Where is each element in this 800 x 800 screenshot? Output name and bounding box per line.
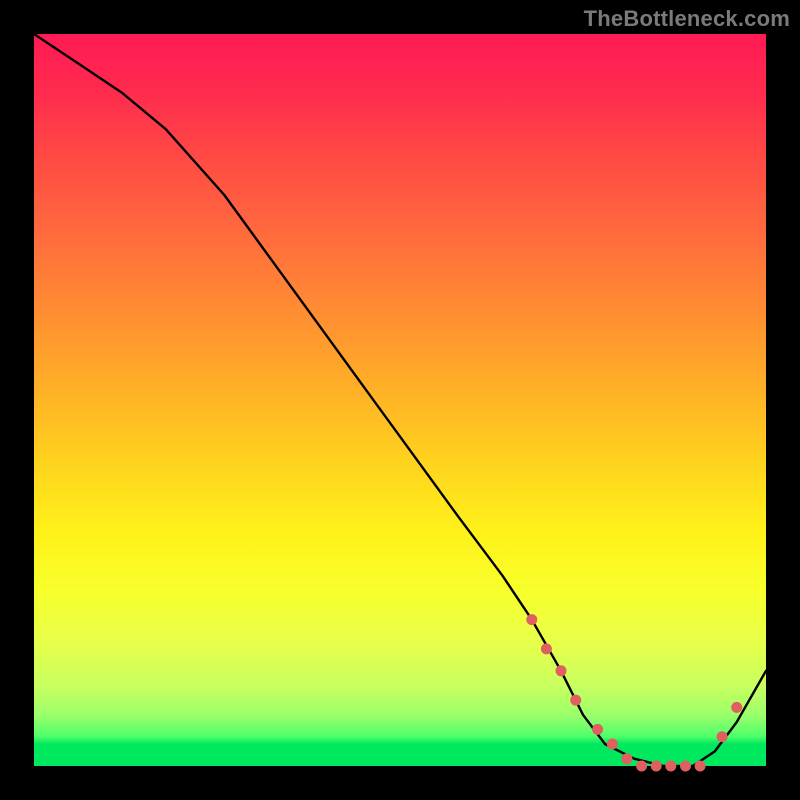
plot-area: [34, 34, 766, 766]
highlight-dot: [651, 761, 662, 772]
highlight-dot: [680, 761, 691, 772]
highlight-dot: [526, 614, 537, 625]
highlight-dot: [556, 665, 567, 676]
highlight-dot: [621, 753, 632, 764]
highlight-dot: [607, 739, 618, 750]
highlight-dot: [717, 731, 728, 742]
highlight-dot: [665, 761, 676, 772]
highlight-dots: [526, 614, 742, 771]
watermark-text: TheBottleneck.com: [584, 6, 790, 32]
highlight-dot: [695, 761, 706, 772]
curve-svg: [34, 34, 766, 766]
highlight-dot: [731, 702, 742, 713]
highlight-dot: [636, 761, 647, 772]
highlight-dot: [570, 695, 581, 706]
highlight-dot: [592, 724, 603, 735]
highlight-dot: [541, 643, 552, 654]
bottleneck-curve: [34, 34, 766, 766]
chart-frame: TheBottleneck.com: [0, 0, 800, 800]
